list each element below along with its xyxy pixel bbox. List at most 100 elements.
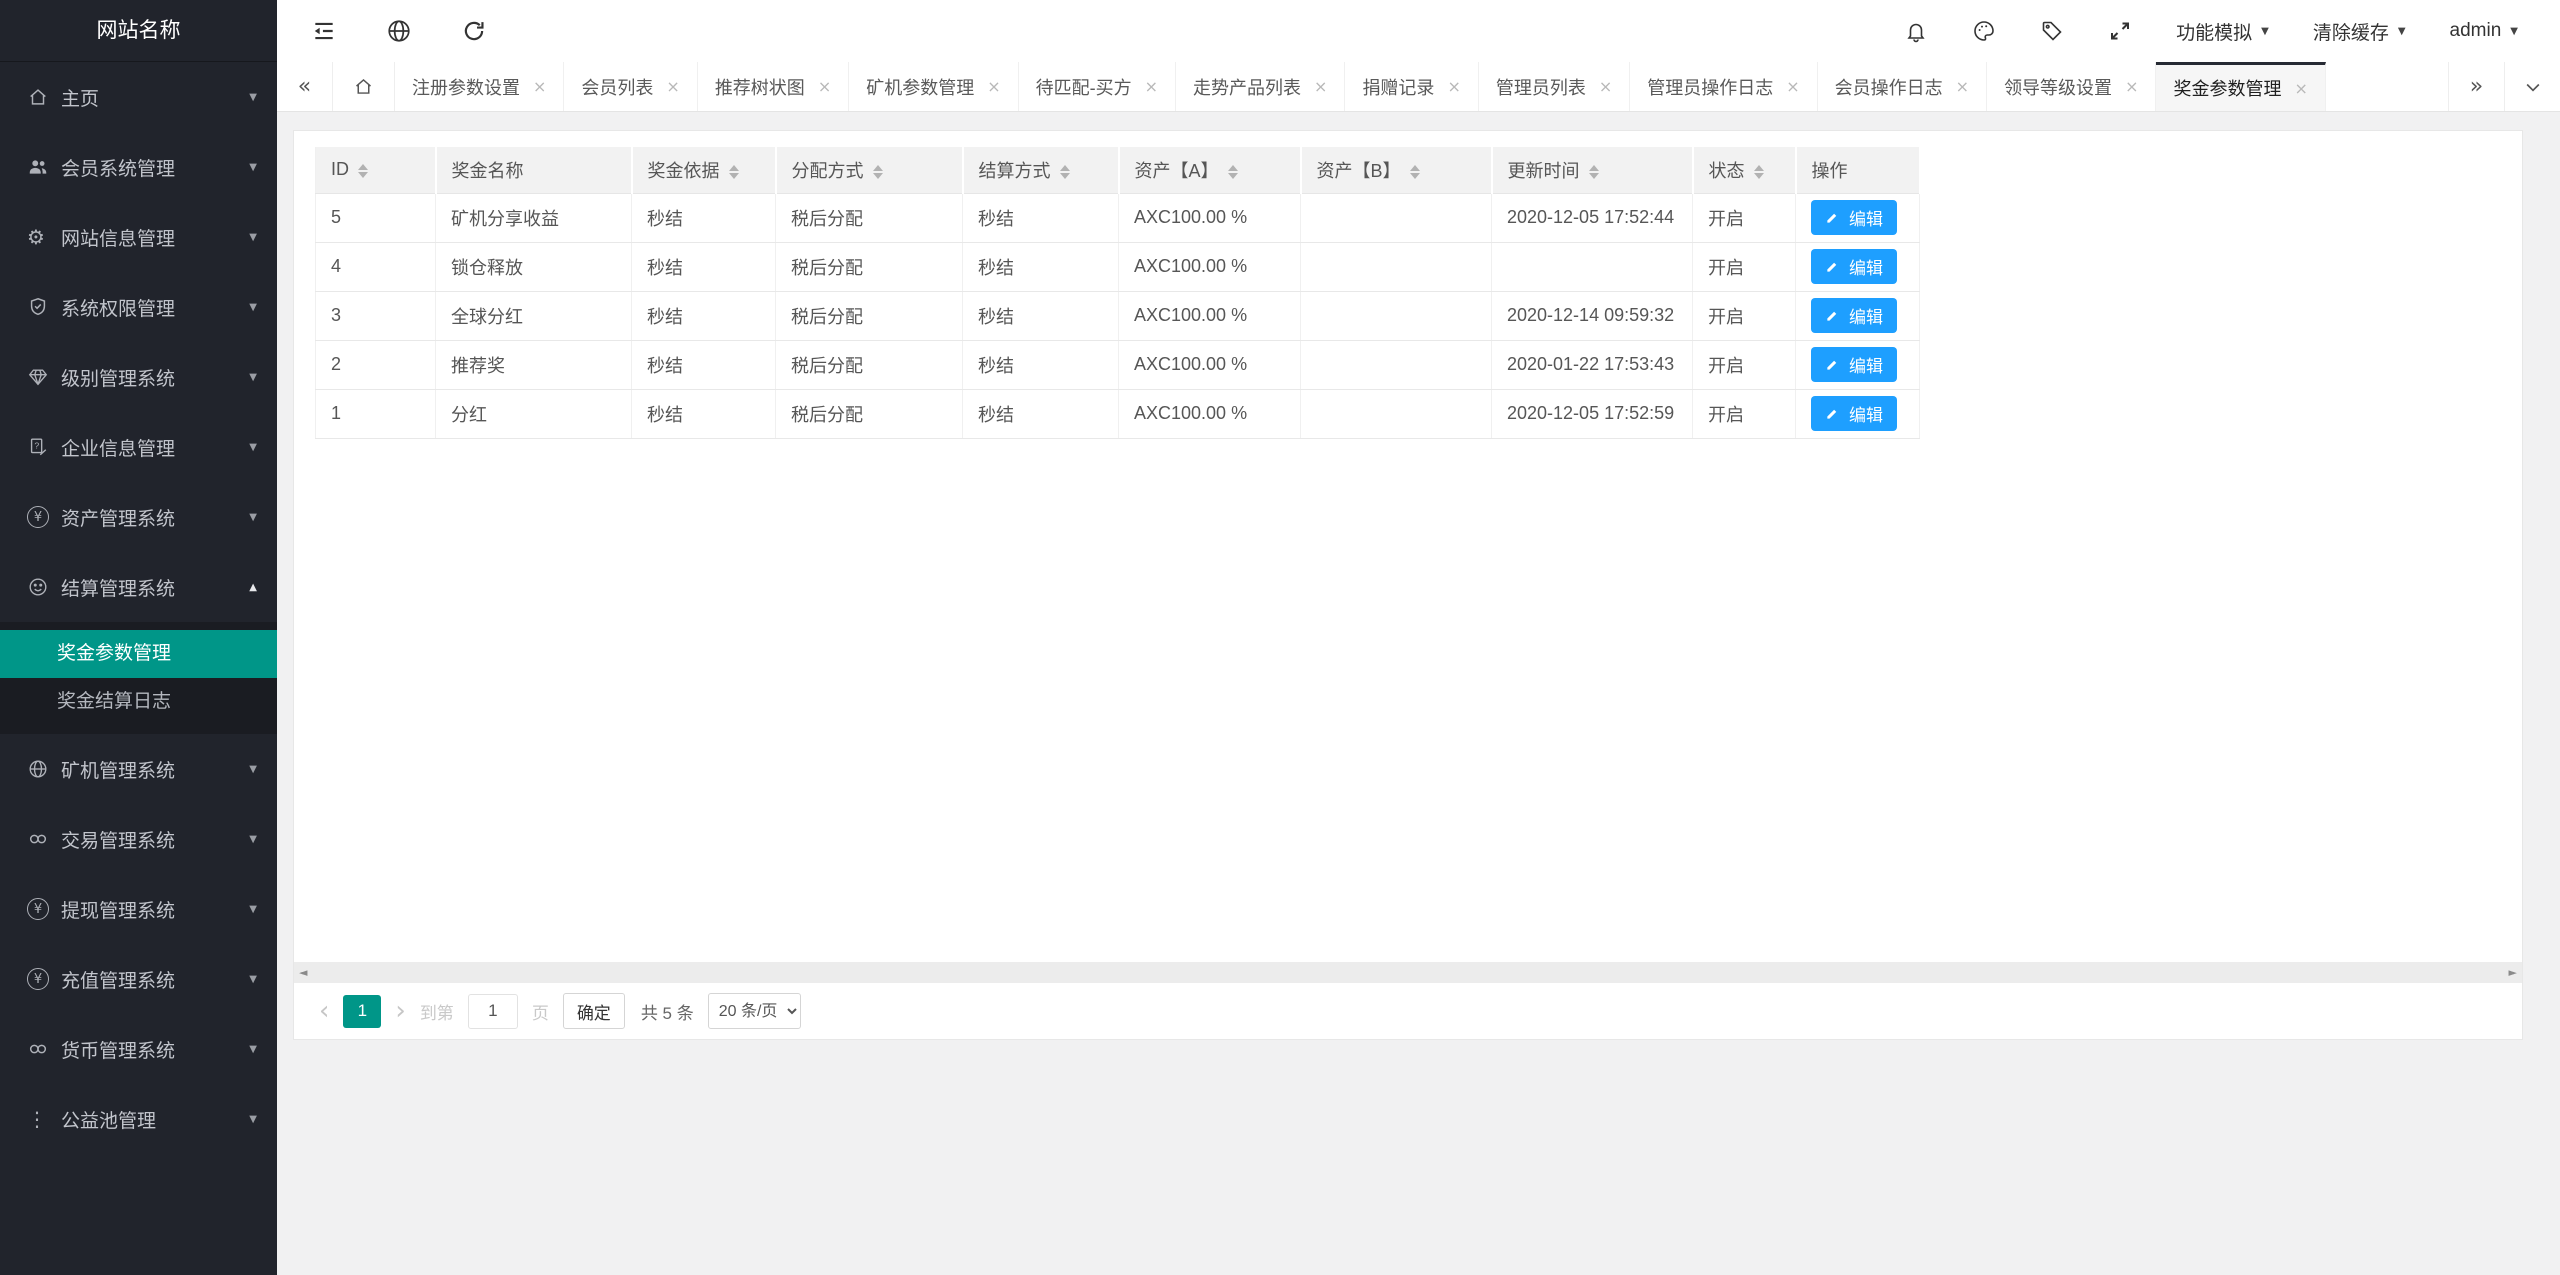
sidebar-item-withdraw[interactable]: ¥ 提现管理系统 ▼	[0, 874, 277, 944]
close-icon[interactable]: ×	[818, 77, 831, 96]
tab-item[interactable]: 会员列表×	[564, 62, 697, 111]
close-icon[interactable]: ×	[1599, 77, 1612, 96]
gear-icon: ⚙	[27, 225, 61, 249]
home-tab[interactable]	[333, 62, 395, 111]
close-icon[interactable]: ×	[987, 77, 1000, 96]
current-page-button[interactable]: 1	[343, 995, 381, 1028]
globe-icon[interactable]	[386, 18, 412, 44]
close-icon[interactable]: ×	[1786, 77, 1799, 96]
page-jump-input[interactable]	[468, 994, 518, 1029]
sidebar-item-site-info[interactable]: ⚙ 网站信息管理 ▼	[0, 202, 277, 272]
horizontal-scrollbar[interactable]: ◄ ►	[294, 962, 2522, 983]
column-header-id[interactable]: ID	[316, 147, 436, 193]
close-icon[interactable]: ×	[1447, 77, 1460, 96]
palette-icon[interactable]	[1972, 19, 1996, 43]
tab-item[interactable]: 注册参数设置×	[395, 62, 564, 111]
sidebar-item-members[interactable]: 会员系统管理 ▼	[0, 132, 277, 202]
home-icon	[27, 86, 61, 108]
tab-item[interactable]: 领导等级设置×	[1987, 62, 2156, 111]
sidebar-item-enterprise[interactable]: ? 企业信息管理 ▼	[0, 412, 277, 482]
prev-page-button[interactable]: ‹	[319, 998, 329, 1024]
close-icon[interactable]: ×	[666, 77, 679, 96]
column-header-asset-b[interactable]: 资产【B】	[1301, 147, 1492, 193]
sidebar-item-currency[interactable]: 货币管理系统 ▼	[0, 1014, 277, 1084]
tab-item[interactable]: 矿机参数管理×	[849, 62, 1018, 111]
globe-icon	[27, 758, 61, 780]
chevron-down-icon: ▼	[249, 834, 257, 845]
sidebar-item-home[interactable]: 主页 ▼	[0, 62, 277, 132]
column-header-name: 奖金名称	[436, 147, 632, 193]
sidebar-item-miners[interactable]: 矿机管理系统 ▼	[0, 734, 277, 804]
pencil-icon	[1825, 210, 1840, 225]
column-header-status[interactable]: 状态	[1693, 147, 1796, 193]
sidebar-subitem-bonus-params[interactable]: 奖金参数管理	[0, 630, 277, 678]
table-header-row: ID 奖金名称 奖金依据 分配方式 结算方式 资产【A】 资产【B】 更新时间 …	[316, 147, 1920, 193]
dots-icon: ⋮	[27, 1107, 61, 1131]
sidebar-item-permissions[interactable]: 系统权限管理 ▼	[0, 272, 277, 342]
pencil-icon	[1825, 357, 1840, 372]
next-page-button[interactable]: ›	[395, 998, 405, 1024]
chevron-down-icon: ▼	[249, 904, 257, 915]
tab-item[interactable]: 管理员列表×	[1479, 62, 1630, 111]
edit-button[interactable]: 编辑	[1811, 347, 1897, 382]
pencil-icon	[1825, 406, 1840, 421]
admin-user-dropdown[interactable]: admin ▼	[2450, 20, 2518, 42]
sidebar-item-recharge[interactable]: ¥ 充值管理系统 ▼	[0, 944, 277, 1014]
tabs-menu-button[interactable]	[2504, 62, 2560, 111]
chevron-down-icon: ▼	[2261, 26, 2269, 37]
yen-circle-icon: ¥	[27, 898, 61, 920]
sort-icon	[1754, 165, 1764, 179]
close-icon[interactable]: ×	[2125, 77, 2138, 96]
tag-icon[interactable]	[2040, 19, 2064, 43]
fullscreen-icon[interactable]	[2108, 19, 2132, 43]
column-header-settle[interactable]: 结算方式	[963, 147, 1119, 193]
confirm-button[interactable]: 确定	[563, 993, 625, 1029]
collapse-menu-icon[interactable]	[311, 18, 337, 44]
tab-item[interactable]: 会员操作日志×	[1818, 62, 1987, 111]
tab-item[interactable]: 捐赠记录×	[1345, 62, 1478, 111]
tab-item[interactable]: 走势产品列表×	[1176, 62, 1345, 111]
tab-item[interactable]: 推荐树状图×	[698, 62, 849, 111]
sidebar-item-charity-pool[interactable]: ⋮ 公益池管理 ▼	[0, 1084, 277, 1154]
edit-button[interactable]: 编辑	[1811, 298, 1897, 333]
chevron-down-icon: ▼	[249, 1044, 257, 1055]
total-count-label: 共 5 条	[641, 999, 694, 1024]
edit-button[interactable]: 编辑	[1811, 200, 1897, 235]
sidebar-item-assets[interactable]: ¥ 资产管理系统 ▼	[0, 482, 277, 552]
column-header-updated[interactable]: 更新时间	[1492, 147, 1693, 193]
sidebar-subitem-bonus-log[interactable]: 奖金结算日志	[0, 678, 277, 726]
tab-item[interactable]: 待匹配-买方×	[1019, 62, 1176, 111]
tabs-scroll-right-button[interactable]: »	[2448, 62, 2504, 111]
edit-button[interactable]: 编辑	[1811, 396, 1897, 431]
close-icon[interactable]: ×	[1956, 77, 1969, 96]
tab-item[interactable]: 管理员操作日志×	[1630, 62, 1817, 111]
scroll-right-arrow-icon[interactable]: ►	[2509, 967, 2517, 978]
column-header-alloc[interactable]: 分配方式	[776, 147, 963, 193]
close-icon[interactable]: ×	[2294, 79, 2307, 98]
function-simulate-dropdown[interactable]: 功能模拟 ▼	[2176, 18, 2269, 45]
column-header-asset-a[interactable]: 资产【A】	[1119, 147, 1301, 193]
chevron-down-icon: ▼	[249, 442, 257, 453]
chevron-down-icon: ▼	[249, 974, 257, 985]
table-row: 1 分红 秒结 税后分配 秒结 AXC100.00 % 2020-12-05 1…	[316, 389, 1920, 438]
tab-bar: « 注册参数设置× 会员列表× 推荐树状图× 矿机参数管理× 待匹配-买方× 走…	[277, 62, 2560, 112]
chevron-down-icon: ▼	[249, 764, 257, 775]
sidebar-item-trade[interactable]: 交易管理系统 ▼	[0, 804, 277, 874]
users-icon	[27, 156, 61, 178]
bell-icon[interactable]	[1904, 19, 1928, 43]
clear-cache-dropdown[interactable]: 清除缓存 ▼	[2313, 18, 2406, 45]
close-icon[interactable]: ×	[533, 77, 546, 96]
scroll-left-arrow-icon[interactable]: ◄	[299, 967, 307, 978]
close-icon[interactable]: ×	[1314, 77, 1327, 96]
sort-icon	[1228, 165, 1238, 179]
edit-button[interactable]: 编辑	[1811, 249, 1897, 284]
refresh-icon[interactable]	[461, 18, 487, 44]
sidebar-item-settlement[interactable]: 结算管理系统 ▲	[0, 552, 277, 622]
tab-item-active[interactable]: 奖金参数管理×	[2156, 62, 2325, 111]
close-icon[interactable]: ×	[1145, 77, 1158, 96]
tabs-scroll-left-button[interactable]: «	[277, 62, 333, 111]
sidebar-item-levels[interactable]: 级别管理系统 ▼	[0, 342, 277, 412]
column-header-basis[interactable]: 奖金依据	[632, 147, 776, 193]
page-size-select[interactable]: 20 条/页	[708, 993, 801, 1029]
yen-circle-icon: ¥	[27, 968, 61, 990]
